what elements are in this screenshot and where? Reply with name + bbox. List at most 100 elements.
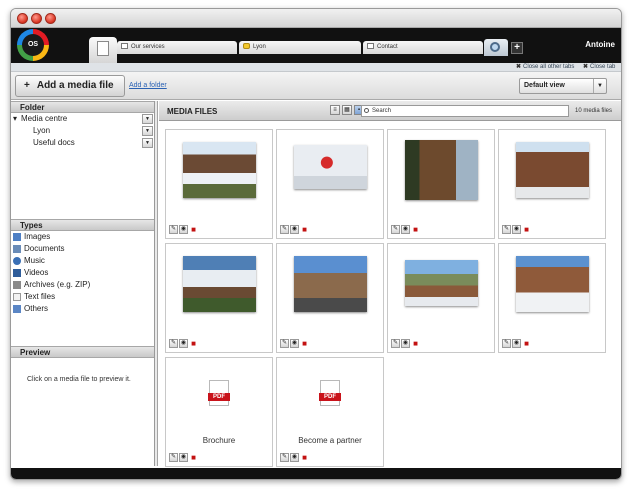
view-icon[interactable]: ◉ xyxy=(512,225,521,234)
image-thumbnail[interactable] xyxy=(294,256,367,312)
edit-icon[interactable]: ✎ xyxy=(169,339,178,348)
expand-arrow-icon[interactable]: ▾ xyxy=(13,113,17,125)
view-icon[interactable]: ◉ xyxy=(290,339,299,348)
media-card-brochure[interactable]: PDF Brochure ✎ ◉ ■ xyxy=(165,357,273,467)
trash-icon[interactable]: ■ xyxy=(522,225,531,234)
add-folder-link[interactable]: Add a folder xyxy=(129,82,167,89)
image-thumbnail[interactable] xyxy=(405,260,478,306)
tab-our-services[interactable]: Our services xyxy=(117,41,237,54)
media-card[interactable]: ✎ ◉ ■ xyxy=(165,243,273,353)
tab-contact[interactable]: Contact xyxy=(363,41,483,54)
media-card[interactable]: ✎ ◉ ■ xyxy=(498,129,606,239)
trash-icon[interactable]: ■ xyxy=(300,225,309,234)
trash-icon[interactable]: ■ xyxy=(189,339,198,348)
edit-icon[interactable]: ✎ xyxy=(280,453,289,462)
view-icon[interactable]: ◉ xyxy=(512,339,521,348)
folder-item-media-centre[interactable]: ▾ Media centre ▼ xyxy=(11,113,154,125)
type-item-documents[interactable]: Documents xyxy=(11,243,154,255)
media-card[interactable]: ✎ ◉ ■ xyxy=(387,129,495,239)
folder-panel-title: Folder xyxy=(11,101,154,113)
tab-label: Our services xyxy=(131,44,165,50)
search-input[interactable]: Search xyxy=(361,105,569,117)
close-others-label: Close all other tabs xyxy=(523,64,575,70)
edit-icon[interactable]: ✎ xyxy=(280,339,289,348)
image-thumbnail[interactable] xyxy=(294,145,367,189)
tab-label: Contact xyxy=(377,44,398,50)
edit-icon[interactable]: ✎ xyxy=(280,225,289,234)
home-tab[interactable] xyxy=(89,37,117,63)
trash-icon[interactable]: ■ xyxy=(189,225,198,234)
close-other-tabs-link[interactable]: ✖ Close all other tabs xyxy=(516,63,574,72)
type-item-text-files[interactable]: Text files xyxy=(11,291,154,303)
view-icon[interactable]: ◉ xyxy=(290,453,299,462)
close-window-button[interactable] xyxy=(17,13,28,24)
type-item-music[interactable]: Music xyxy=(11,255,154,267)
view-icon[interactable]: ◉ xyxy=(401,225,410,234)
image-thumbnail[interactable] xyxy=(516,142,589,198)
close-tab-label: Close tab xyxy=(590,64,616,70)
edit-icon[interactable]: ✎ xyxy=(169,225,178,234)
add-media-button[interactable]: + Add a media file xyxy=(15,75,125,97)
logo-text: OS xyxy=(22,34,44,56)
edit-icon[interactable]: ✎ xyxy=(502,339,511,348)
archive-icon xyxy=(13,280,21,289)
trash-icon[interactable]: ■ xyxy=(411,339,420,348)
media-card[interactable]: ✎ ◉ ■ xyxy=(387,243,495,353)
minimize-window-button[interactable] xyxy=(31,13,42,24)
app-logo[interactable]: OS xyxy=(17,29,49,61)
type-item-images[interactable]: Images xyxy=(11,231,154,243)
folder-item-lyon[interactable]: Lyon ▼ xyxy=(11,125,154,137)
trash-icon[interactable]: ■ xyxy=(300,339,309,348)
list-view-icon[interactable]: ≡ xyxy=(330,105,340,115)
tab-lyon[interactable]: Lyon xyxy=(239,41,361,54)
detail-view-icon[interactable]: ▦ xyxy=(342,105,352,115)
image-thumbnail[interactable] xyxy=(183,142,256,198)
view-icon[interactable]: ◉ xyxy=(290,225,299,234)
view-icon[interactable]: ◉ xyxy=(179,339,188,348)
folder-menu-button[interactable]: ▼ xyxy=(142,114,153,124)
type-item-others[interactable]: Others xyxy=(11,303,154,315)
type-item-videos[interactable]: Videos xyxy=(11,267,154,279)
trash-icon[interactable]: ■ xyxy=(522,339,531,348)
user-name[interactable]: Antoine xyxy=(585,40,615,49)
folder-item-useful-docs[interactable]: Useful docs ▼ xyxy=(11,137,154,149)
folder-label: Media centre xyxy=(21,114,68,123)
image-thumbnail[interactable] xyxy=(516,256,589,312)
pdf-file-icon[interactable]: PDF xyxy=(208,380,230,406)
media-card[interactable]: ✎ ◉ ■ xyxy=(165,129,273,239)
card-actions: ✎ ◉ ■ xyxy=(391,225,421,235)
media-card-become-a-partner[interactable]: PDF Become a partner ✎ ◉ ■ xyxy=(276,357,384,467)
types-panel-title: Types xyxy=(11,219,154,231)
edit-icon[interactable]: ✎ xyxy=(169,453,178,462)
image-thumbnail[interactable] xyxy=(183,256,256,312)
card-actions: ✎ ◉ ■ xyxy=(169,339,199,349)
search-tab[interactable] xyxy=(484,39,508,56)
edit-icon[interactable]: ✎ xyxy=(391,225,400,234)
type-label: Others xyxy=(24,304,49,313)
media-card[interactable]: ✎ ◉ ■ xyxy=(276,129,384,239)
add-tab-button[interactable]: + xyxy=(511,42,523,54)
folder-menu-button[interactable]: ▼ xyxy=(142,126,153,136)
folder-icon xyxy=(243,43,250,50)
pdf-badge: PDF xyxy=(208,393,230,401)
trash-icon[interactable]: ■ xyxy=(300,453,309,462)
pdf-file-icon[interactable]: PDF xyxy=(319,380,341,406)
view-icon[interactable]: ◉ xyxy=(179,225,188,234)
type-label: Videos xyxy=(24,268,49,277)
type-item-archives[interactable]: Archives (e.g. ZIP) xyxy=(11,279,154,291)
trash-icon[interactable]: ■ xyxy=(411,225,420,234)
media-card[interactable]: ✎ ◉ ■ xyxy=(276,243,384,353)
media-panel-header: MEDIA FILES ≡ ▦ ▪ Search 10 media files xyxy=(159,101,621,121)
edit-icon[interactable]: ✎ xyxy=(502,225,511,234)
edit-icon[interactable]: ✎ xyxy=(391,339,400,348)
media-card[interactable]: ✎ ◉ ■ xyxy=(498,243,606,353)
trash-icon[interactable]: ■ xyxy=(189,453,198,462)
view-icon[interactable]: ◉ xyxy=(401,339,410,348)
image-thumbnail[interactable] xyxy=(405,140,478,200)
view-icon[interactable]: ◉ xyxy=(179,453,188,462)
sidebar-resize-handle[interactable] xyxy=(155,101,158,466)
view-select[interactable]: Default view ▼ xyxy=(519,78,607,94)
maximize-window-button[interactable] xyxy=(45,13,56,24)
close-tab-link[interactable]: ✖ Close tab xyxy=(583,63,615,72)
folder-menu-button[interactable]: ▼ xyxy=(142,138,153,148)
